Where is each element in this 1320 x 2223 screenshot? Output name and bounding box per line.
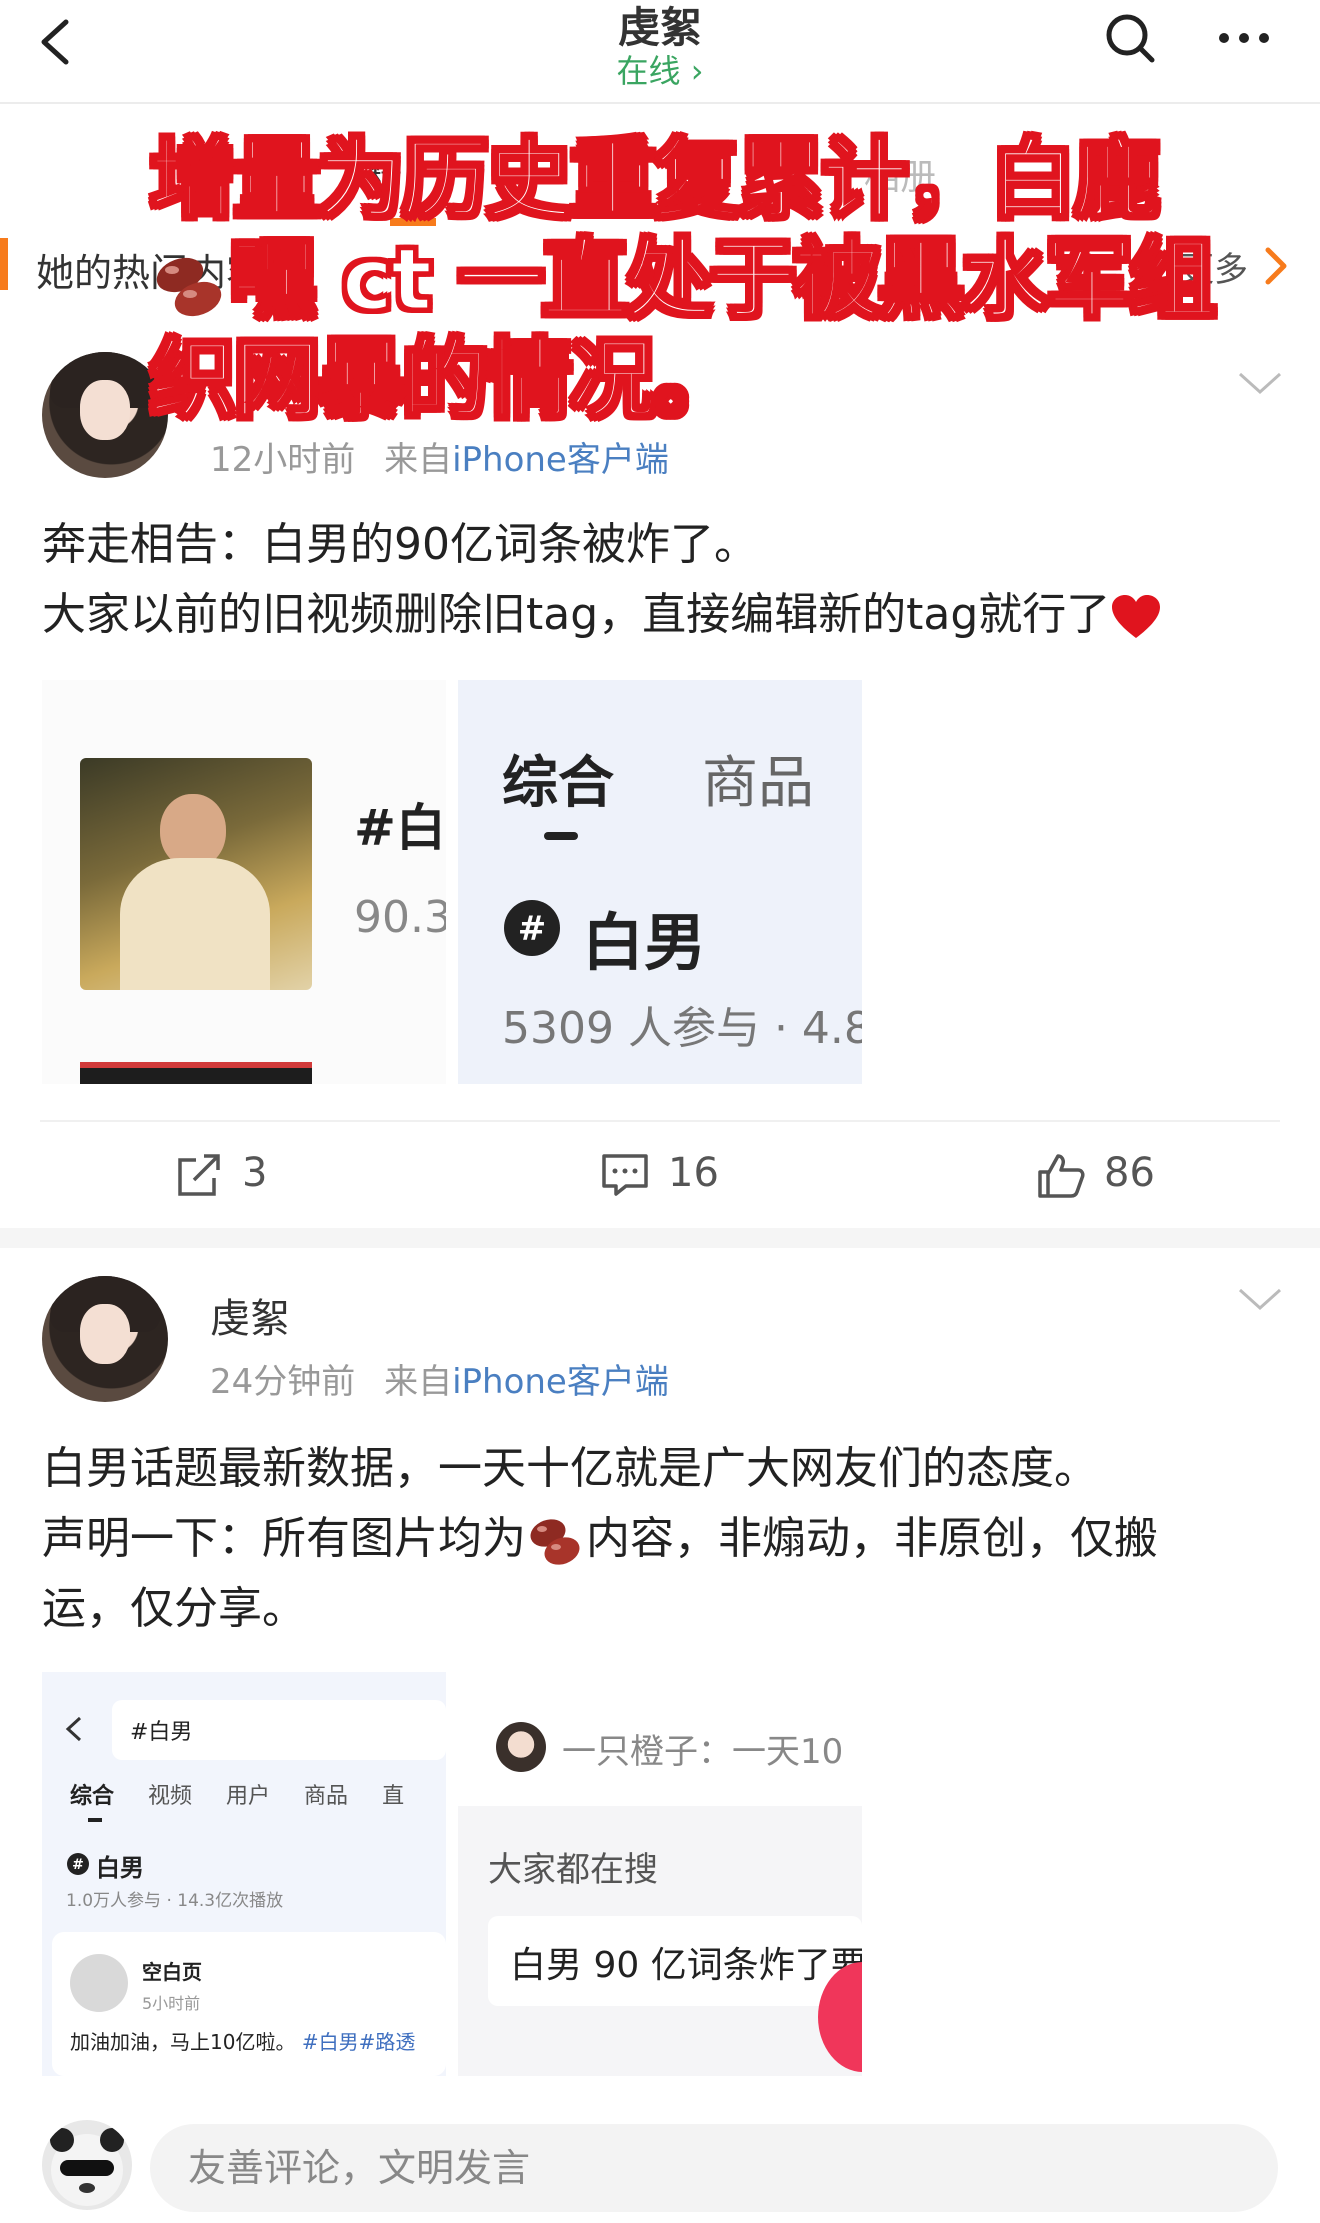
image-search-text: #白男 <box>130 1720 193 1745</box>
post-text-line-2: 声明一下：所有图片均为 内容，非煽动，非原创，仅搬 <box>42 1504 1282 1574</box>
source-prefix: 来自 <box>384 440 453 480</box>
post-text-line-part-2: 内容，非煽动，非原创，仅搬 <box>586 1513 1158 1564</box>
caption-line-1: 增量为历史重复累计，白鹿 <box>149 129 1162 232</box>
image-post-text: 加油加油，马上10亿啦。 #白男#路透 <box>70 2026 415 2055</box>
image-poster-time: 5小时前 <box>142 1994 201 2013</box>
online-status-label: 在线 <box>616 52 681 90</box>
image-query-text: 白男 90 亿词条炸了要 <box>510 1945 862 1986</box>
user-avatar[interactable] <box>42 2120 132 2210</box>
image-tab-row: 综合 视频 用户 商品 直 <box>70 1778 446 1810</box>
thumbnail-2-edge <box>80 1062 312 1084</box>
chevron-down-icon[interactable] <box>1236 368 1284 398</box>
post-time: 12小时前 <box>210 440 356 480</box>
image-tab: 视频 <box>148 1784 193 1809</box>
source-prefix: 来自 <box>384 1362 453 1402</box>
image-post-tags: #白男#路透 <box>301 2030 416 2054</box>
top-nav-bar: 虔絮 在线 › <box>0 0 1320 104</box>
hashtag-icon: # <box>504 900 560 956</box>
post-text: 奔走相告：白男的90亿词条被炸了。 大家以前的旧视频删除旧tag，直接编辑新的t… <box>42 510 1282 650</box>
image-tab-indicator <box>544 832 578 840</box>
post-text-line-3: 运，仅分享。 <box>42 1583 306 1634</box>
image-topic-title: 白男 <box>96 1854 144 1882</box>
share-icon <box>178 1154 220 1196</box>
post-action-bar: 3 16 86 <box>40 1120 1280 1226</box>
image-tab-indicator <box>88 1818 102 1822</box>
image-tab: 用户 <box>226 1784 271 1809</box>
svg-text:#: # <box>72 1857 84 1873</box>
thumbs-up-icon <box>1038 1154 1085 1198</box>
red-bean-emoji-icon <box>156 257 222 316</box>
repost-count: 3 <box>242 1150 268 1196</box>
like-count: 86 <box>1104 1150 1155 1196</box>
image-tab: 综合 <box>70 1784 115 1809</box>
post-text-line: 奔走相告：白男的90亿词条被炸了。 <box>42 519 758 570</box>
post-text-line-2: 大家以前的旧视频删除旧tag，直接编辑新的tag就行了 <box>42 580 1282 650</box>
post-time: 24分钟前 <box>210 1362 356 1402</box>
back-icon <box>65 1716 82 1742</box>
hashtag-icon: # <box>67 1853 89 1875</box>
comment-icon <box>602 1154 648 1196</box>
image-topic-title: 白男 <box>582 906 707 979</box>
comment-bar <box>0 2110 1320 2223</box>
image-topic-stats: 5309 人参与 · 4.8 <box>502 1003 862 1054</box>
section-accent-bar <box>0 238 8 290</box>
post-image-1[interactable]: #白男 综合 视频 用户 商品 直 # 白男 1.0万人参与 · 14.3亿次播放 空白… <box>42 1672 446 2076</box>
avatar[interactable] <box>42 1276 168 1402</box>
post-text-line: 白男话题最新数据，一天十亿就是广大网友们的态度。 <box>42 1443 1098 1494</box>
username[interactable]: 虔絮 <box>210 1286 290 1344</box>
video-thumbnail <box>80 758 312 990</box>
caption-overlay: 增量为历史重复累计，白鹿 嘿 ct 一直处于被黑水军组 织网暴的情况。 <box>149 129 1230 432</box>
image-tab-goods: 商品 <box>702 751 814 816</box>
caption-line-2-text: 嘿 ct 一直处于被黑水军组 <box>229 229 1218 332</box>
hashtag-fragment: #白 <box>354 799 446 857</box>
image-commenter-avatar <box>496 1722 546 1772</box>
source-link[interactable]: iPhone客户端 <box>452 1362 669 1402</box>
image-tab: 直 <box>382 1784 405 1809</box>
chevron-right-icon[interactable] <box>1262 244 1290 288</box>
post-1: 12小时前 来自iPhone客户端 奔走相告：白男的90亿词条被炸了。 大家以前… <box>0 300 1320 1230</box>
post-image-2[interactable]: 一只橙子：一天10 大家都在搜 白男 90 亿词条炸了要 <box>458 1672 862 2076</box>
caption-line-2: 嘿 ct 一直处于被黑水军组 <box>150 229 1230 332</box>
red-bean-emoji-icon <box>530 1519 580 1565</box>
image-commenter-text: 一只橙子：一天10 <box>562 1732 844 1772</box>
image-topic-stats: 1.0万人参与 · 14.3亿次播放 <box>66 1891 284 1911</box>
post-separator <box>0 1228 1320 1248</box>
post-text-line-body: 大家以前的旧视频删除旧tag，直接编辑新的tag就行了 <box>42 589 1111 640</box>
image-tab: 商品 <box>304 1784 349 1809</box>
post-meta: 12小时前 来自iPhone客户端 <box>210 432 669 481</box>
panda-avatar-icon <box>50 2128 124 2206</box>
more-icon[interactable] <box>1214 8 1274 68</box>
image-poster-avatar <box>70 1954 128 2012</box>
search-icon[interactable] <box>1100 8 1160 68</box>
post-2: 虔絮 24分钟前 来自iPhone客户端 白男话题最新数据，一天十亿就是广大网友… <box>0 1248 1320 2108</box>
source-link[interactable]: iPhone客户端 <box>452 440 669 480</box>
post-image-1[interactable]: #白 90.3 <box>42 680 446 1084</box>
chevron-down-icon[interactable] <box>1236 1284 1284 1314</box>
heart-emoji-icon <box>1112 595 1161 638</box>
image-tab-general: 综合 <box>502 751 614 816</box>
post-text-line-part: 声明一下：所有图片均为 <box>42 1513 526 1564</box>
svg-text:#: # <box>518 909 547 949</box>
comment-input[interactable] <box>150 2124 1278 2212</box>
image-section-title: 大家都在搜 <box>488 1850 658 1890</box>
comment-count: 16 <box>668 1150 719 1196</box>
post-meta: 24分钟前 来自iPhone客户端 <box>210 1354 669 1403</box>
image-post-body: 加油加油，马上10亿啦。 <box>70 2030 296 2054</box>
caption-line-3: 织网暴的情况。 <box>149 329 742 432</box>
image-poster-name: 空白页 <box>142 1960 202 1984</box>
count-fragment: 90.3 <box>354 892 446 943</box>
post-text: 白男话题最新数据，一天十亿就是广大网友们的态度。 声明一下：所有图片均为 内容，非… <box>42 1434 1282 1644</box>
post-image-2[interactable]: 综合 商品 # 白男 5309 人参与 · 4.8 <box>458 680 862 1084</box>
